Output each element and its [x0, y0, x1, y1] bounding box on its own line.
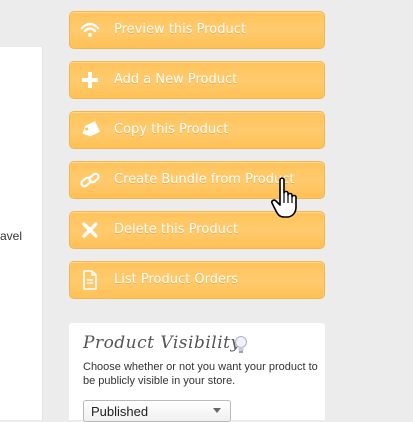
- preview-product-button[interactable]: Preview this Product: [69, 11, 325, 49]
- left-text-fragment: avel: [0, 229, 23, 243]
- button-label: List Product Orders: [114, 272, 239, 287]
- button-label: Create Bundle from Product: [114, 172, 295, 187]
- document-icon: [80, 270, 100, 290]
- selected-value: Published: [91, 404, 149, 419]
- plus-icon: [80, 71, 100, 89]
- link-icon: [80, 171, 100, 189]
- visibility-select[interactable]: Published: [83, 400, 231, 422]
- button-label: Preview this Product: [114, 22, 246, 37]
- panel-description: Choose whether or not you want your prod…: [83, 361, 318, 387]
- button-label: Add a New Product: [114, 72, 238, 87]
- product-visibility-panel: Product Visibility Choose whether or not…: [69, 323, 325, 422]
- add-new-product-button[interactable]: Add a New Product: [69, 61, 325, 99]
- panel-title: Product Visibility: [83, 333, 241, 353]
- lightbulb-icon[interactable]: [233, 335, 249, 355]
- delete-product-button[interactable]: Delete this Product: [69, 211, 325, 249]
- copy-product-button[interactable]: Copy this Product: [69, 111, 325, 149]
- button-label: Delete this Product: [114, 222, 239, 237]
- tag-icon: [80, 121, 100, 139]
- create-bundle-button[interactable]: Create Bundle from Product: [69, 161, 325, 199]
- button-label: Copy this Product: [114, 122, 229, 137]
- wifi-icon: [80, 21, 100, 39]
- list-product-orders-button[interactable]: List Product Orders: [69, 261, 325, 299]
- chevron-down-icon: [213, 408, 221, 413]
- close-icon: [80, 221, 100, 239]
